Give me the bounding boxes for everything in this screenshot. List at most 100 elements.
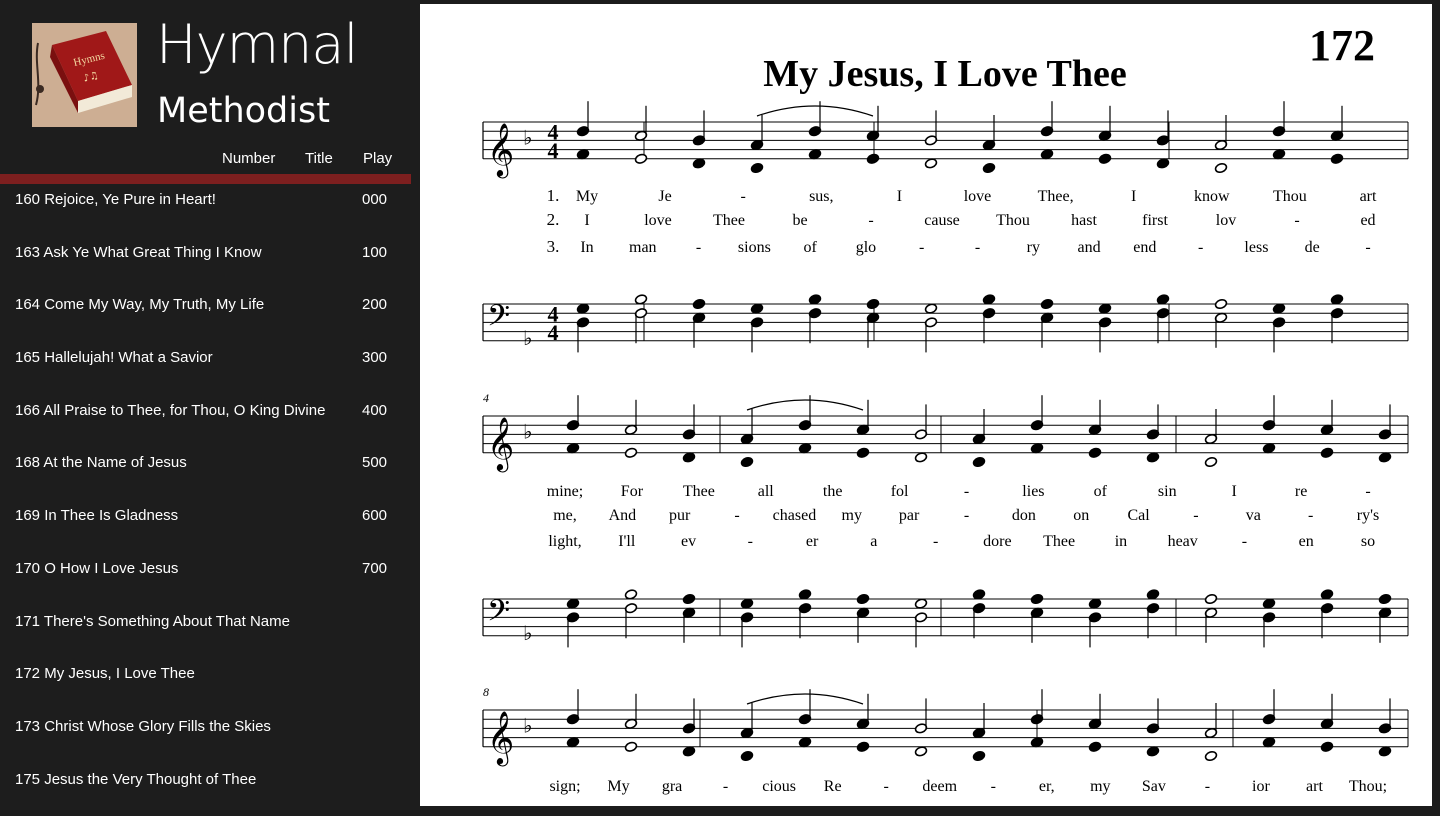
selection-accent-bar [0, 174, 411, 184]
lyric-syllable: man [629, 239, 657, 256]
note-head [576, 149, 590, 160]
lyric-syllable: - [964, 507, 969, 524]
lyric-syllable: deem [922, 778, 957, 795]
lyric-syllable: er, [1039, 778, 1055, 795]
lyric-syllable: - [975, 239, 980, 256]
lyric-syllable: ior [1252, 778, 1270, 795]
slur [746, 399, 864, 411]
lyric-syllable: - [919, 239, 924, 256]
lyric-syllable: en [1299, 533, 1314, 550]
hymn-book-icon: Hymns ♪♫ [32, 23, 137, 127]
hymn-list-item[interactable]: 164 Come My Way, My Truth, My Life 200 [0, 289, 411, 342]
note-head [1320, 741, 1334, 752]
lyric-syllable: - [868, 212, 873, 229]
flat-key-signature-icon: ♭ [523, 713, 532, 737]
lyric-syllable: hast [1071, 212, 1097, 229]
lyric-syllable: - [884, 778, 889, 795]
hymn-list-item[interactable]: 171 There's Something About That Name [0, 606, 411, 659]
note-head [914, 452, 928, 463]
note-head [1146, 746, 1160, 757]
note-head [866, 153, 880, 164]
hymn-play-code[interactable]: 200 [362, 296, 387, 313]
note-head [1378, 452, 1392, 463]
note-head [566, 737, 580, 748]
hymn-list-item[interactable]: 175 Jesus the Very Thought of Thee [0, 764, 411, 816]
verse-number: 3. [547, 237, 560, 256]
lyric-syllable: less [1244, 239, 1268, 256]
app-subtitle: Methodist [157, 91, 330, 131]
note-head [1272, 303, 1286, 314]
hymn-list-item[interactable]: 163 Ask Ye What Great Thing I Know 100 [0, 237, 411, 290]
hymn-list-item[interactable]: 160 Rejoice, Ye Pure in Heart! 000 [0, 184, 411, 237]
hymn-list-item[interactable]: 165 Hallelujah! What a Savior 300 [0, 342, 411, 395]
note-head [624, 741, 638, 752]
note-head [866, 298, 880, 310]
note-head [1262, 737, 1276, 748]
hymn-title: 164 Come My Way, My Truth, My Life [15, 296, 265, 314]
hymn-play-code[interactable]: 000 [362, 191, 387, 208]
hymn-title: 172 My Jesus, I Love Thee [15, 665, 195, 683]
lyric-syllable: on [1073, 507, 1089, 524]
note-head [750, 303, 764, 314]
hymn-list-item[interactable]: 168 At the Name of Jesus 500 [0, 447, 411, 500]
note-head [1040, 298, 1054, 310]
lyric-syllable: My [607, 778, 629, 795]
sheet-music-view[interactable]: 172 My Jesus, I Love Thee 𝄞 ♭ 4 4 𝄢 ♭ 4 4 1. My Je… [420, 4, 1432, 806]
verse-number: 2. [547, 210, 560, 229]
hymn-list-item[interactable]: 173 Christ Whose Glory Fills the Skies [0, 711, 411, 764]
note-head [634, 153, 648, 164]
note-head [1030, 443, 1044, 454]
play-column-header[interactable]: Play [363, 150, 392, 167]
hymn-play-code[interactable]: 500 [362, 454, 387, 471]
note-head [1330, 294, 1344, 305]
hymn-title: 170 O How I Love Jesus [15, 559, 179, 577]
lyric-syllable: and [1078, 239, 1101, 256]
hymn-list-item[interactable]: 166 All Praise to Thee, for Thou, O King… [0, 395, 411, 448]
hymn-play-code[interactable]: 400 [362, 402, 387, 419]
lyric-syllable: Thou [996, 212, 1030, 229]
note-head [1030, 593, 1044, 605]
hymn-title: 166 All Praise to Thee, for Thou, O King… [15, 401, 326, 419]
lyric-syllable: er [806, 533, 819, 550]
treble-clef-icon: 𝄞 [487, 710, 514, 766]
note-head [982, 294, 996, 305]
hymn-list-item[interactable]: 169 In Thee Is Gladness 600 [0, 500, 411, 553]
sort-by-title-button[interactable]: Title [305, 150, 333, 167]
lyric-syllable: - [1365, 239, 1370, 256]
note-head [1320, 447, 1334, 458]
slur [756, 105, 874, 117]
app-title: Hymnal [156, 13, 358, 76]
hymn-list-item[interactable]: 170 O How I Love Jesus 700 [0, 553, 411, 606]
lyric-syllable: - [1308, 507, 1313, 524]
hymn-list-item-selected[interactable]: 172 My Jesus, I Love Thee [0, 658, 411, 711]
hymn-play-code[interactable]: 600 [362, 507, 387, 524]
lyric-syllable: don [1012, 507, 1036, 524]
lyric-syllable: Thou [1273, 188, 1307, 205]
note-head [1088, 741, 1102, 752]
lyric-syllable: be [792, 212, 807, 229]
sort-by-number-button[interactable]: Number [222, 150, 275, 167]
lyric-syllable: Re [824, 778, 842, 795]
lyric-syllable: cause [924, 212, 960, 229]
lyric-syllable: - [1193, 507, 1198, 524]
lyric-syllable: Je [658, 188, 671, 205]
note-head [576, 303, 590, 314]
flat-key-signature-icon: ♭ [523, 621, 532, 645]
note-head [798, 589, 812, 600]
lyric-syllable: glo [856, 239, 876, 256]
note-head [1156, 158, 1170, 169]
lyric-syllable: light, [548, 533, 581, 550]
lyric-syllable: sign; [549, 778, 580, 795]
hymn-play-code[interactable]: 100 [362, 244, 387, 261]
note-head [692, 158, 706, 169]
lyric-syllable: lov [1216, 212, 1236, 229]
lyric-syllable: I [1232, 483, 1237, 500]
lyric-syllable: love [964, 188, 992, 205]
note-head [856, 741, 870, 752]
lyric-syllable: - [748, 533, 753, 550]
note-head [566, 443, 580, 454]
hymn-play-code[interactable]: 300 [362, 349, 387, 366]
lyric-syllable: sin [1158, 483, 1177, 500]
lyric-syllable: - [964, 483, 969, 500]
hymn-play-code[interactable]: 700 [362, 560, 387, 577]
